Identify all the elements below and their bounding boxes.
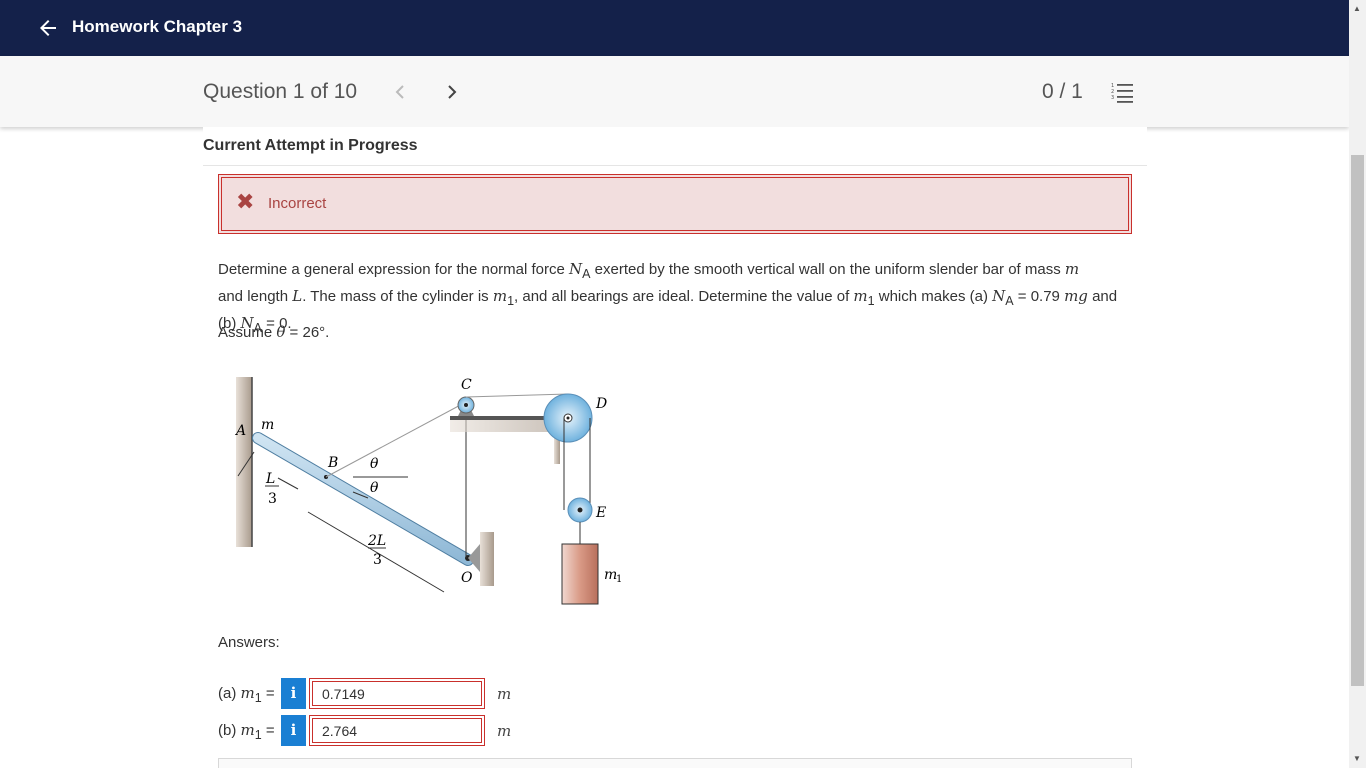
attempt-status-heading: Current Attempt in Progress <box>203 137 418 154</box>
label-o: O <box>461 570 473 586</box>
answer-prefix: (b) <box>218 722 241 739</box>
label-theta-2: θ <box>370 480 379 496</box>
assignment-title: Homework Chapter 3 <box>72 17 243 36</box>
question-list-icon[interactable]: 1 2 3 <box>1110 80 1134 104</box>
unit-label-a: m <box>497 685 512 703</box>
answer-input-a[interactable] <box>312 681 482 706</box>
next-question-chevron-icon[interactable] <box>442 80 462 104</box>
label-d: D <box>595 396 607 412</box>
answer-var: m <box>240 684 255 702</box>
answer-sub: 1 <box>254 691 262 705</box>
question-text: Determine a general expression for the n… <box>218 258 1132 339</box>
var-N: N <box>569 260 583 278</box>
label-c: C <box>461 377 472 393</box>
question-counter: Question 1 of 10 <box>203 80 358 103</box>
answer-var: m <box>240 721 255 739</box>
answer-suffix: = <box>261 722 275 739</box>
assume-prefix: Assume <box>218 324 277 341</box>
answer-label-a: (a) m1 = <box>218 684 275 705</box>
label-m: m <box>261 417 274 433</box>
scroll-down-arrow-icon[interactable]: ▼ <box>1353 754 1361 763</box>
answer-prefix: (a) <box>218 685 241 702</box>
question-text-part: . The mass of the cylinder is <box>302 288 493 305</box>
alert-message: Incorrect <box>268 195 327 212</box>
answer-input-b[interactable] <box>312 718 482 743</box>
info-icon[interactable]: i <box>281 678 306 709</box>
question-text-part: = 0.79 <box>1013 288 1065 305</box>
answer-sub: 1 <box>254 728 262 742</box>
question-text-part: , and all bearings are ideal. Determine … <box>514 288 854 305</box>
question-text-part: Determine a general expression for the n… <box>218 261 570 278</box>
scroll-up-arrow-icon[interactable]: ▲ <box>1353 4 1361 13</box>
label-l: L <box>265 471 275 487</box>
info-icon[interactable]: i <box>281 715 306 746</box>
label-m1-sub: 1 <box>616 574 622 585</box>
app-header: Homework Chapter 3 <box>0 0 1349 56</box>
score-display: 0 / 1 <box>1042 80 1083 103</box>
question-navigation-bar: Question 1 of 10 0 / 1 <box>0 56 1349 127</box>
answers-heading: Answers: <box>218 634 280 651</box>
label-2l: 2L <box>367 533 386 549</box>
vertical-scrollbar[interactable]: ▲ ▼ <box>1349 0 1366 768</box>
label-e: E <box>595 505 606 521</box>
close-x-icon: ✖ <box>236 189 255 214</box>
label-b: B <box>327 455 338 471</box>
label-a: A <box>234 423 246 439</box>
question-text-part: exerted by the smooth vertical wall on t… <box>590 261 1065 278</box>
answer-label-b: (b) m1 = <box>218 721 275 742</box>
incorrect-alert: ✖ Incorrect <box>218 174 1132 234</box>
question-text-part: and length <box>218 288 293 305</box>
previous-question-chevron-icon[interactable] <box>390 80 410 104</box>
label-3: 3 <box>268 491 277 507</box>
divider <box>203 165 1147 166</box>
var-m1: m <box>853 287 868 305</box>
label-theta-1: θ <box>370 456 379 472</box>
label-3b: 3 <box>373 552 382 568</box>
svg-text:3: 3 <box>1111 95 1114 101</box>
var-L: L <box>292 287 303 305</box>
assume-value: = 26°. <box>285 324 330 341</box>
sub-1: 1 <box>507 294 515 308</box>
left-wall <box>236 377 252 547</box>
sub-1: 1 <box>867 294 875 308</box>
answer-suffix: = <box>261 685 275 702</box>
back-arrow-icon[interactable] <box>36 16 60 40</box>
problem-figure: C D A m B θ θ L 3 2L 3 E O m 1 <box>228 372 638 612</box>
question-text-part: which makes (a) <box>874 288 993 305</box>
answer-field-b <box>309 715 485 746</box>
sub-A: A <box>1005 294 1014 308</box>
var-N: N <box>992 287 1006 305</box>
var-m1: m <box>492 287 508 305</box>
var-m: m <box>1064 260 1080 278</box>
alert-inner-border <box>221 177 1129 231</box>
scroll-thumb[interactable] <box>1351 155 1364 686</box>
assumption-text: Assume θ = 26°. <box>218 323 329 341</box>
answer-field-a <box>309 678 485 709</box>
next-panel-edge <box>218 758 1132 768</box>
cylinder-m1 <box>561 543 599 605</box>
unit-label-b: m <box>497 722 512 740</box>
question-text-part: and <box>1087 288 1118 305</box>
var-mg: mg <box>1064 287 1088 305</box>
